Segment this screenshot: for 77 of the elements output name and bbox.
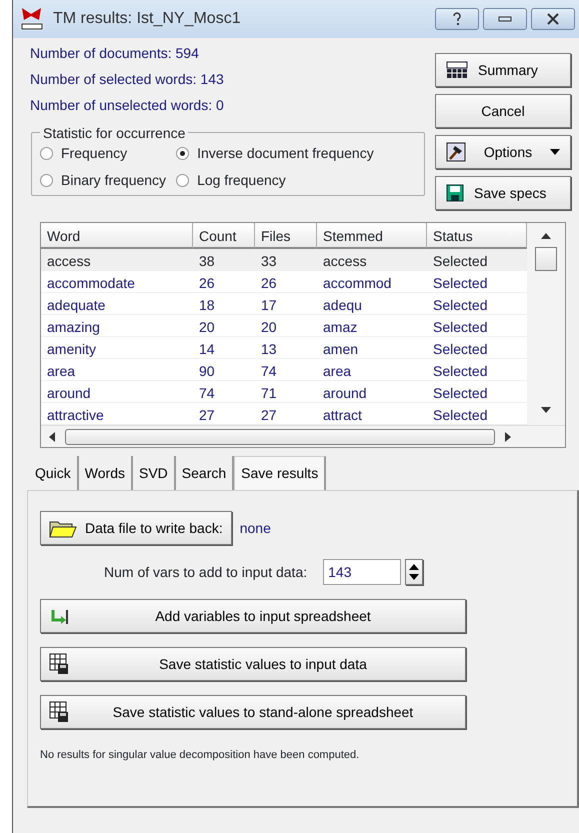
- caret-icon: [550, 149, 560, 155]
- table-cell: area: [41, 359, 193, 381]
- scroll-down-icon: [541, 407, 551, 413]
- spin-arrows-icon: [409, 562, 420, 582]
- radio-option[interactable]: Log frequency: [176, 170, 374, 191]
- radio-option[interactable]: Binary frequency: [40, 170, 166, 191]
- table-cell: amaz: [317, 315, 427, 337]
- app-icon: [19, 6, 45, 32]
- scroll-right-icon: [505, 432, 511, 442]
- info-label: Number of selected words: 143: [30, 70, 225, 89]
- table-cell: amen: [317, 337, 427, 359]
- table-cell: 90: [193, 359, 255, 381]
- table-cell: around: [317, 381, 427, 403]
- table-cell: amazing: [41, 315, 193, 337]
- column-header[interactable]: Status: [427, 223, 527, 249]
- data-file-button[interactable]: Data file to write back:: [40, 511, 232, 545]
- table-cell: area: [317, 359, 427, 381]
- table-cell: 33: [255, 249, 317, 271]
- scroll-left-icon: [49, 432, 55, 442]
- tab[interactable]: Save results: [234, 456, 326, 490]
- spin-button[interactable]: [405, 559, 424, 585]
- table-cell: 38: [193, 249, 255, 271]
- table-cell: 18: [193, 293, 255, 315]
- table-cell: 13: [255, 337, 317, 359]
- hammer-icon: [446, 142, 466, 162]
- grid-icon: [49, 653, 69, 675]
- grid-icon: [49, 701, 69, 723]
- table-cell: 26: [193, 271, 255, 293]
- table-cell: access: [317, 249, 427, 271]
- table-cell: 26: [255, 271, 317, 293]
- scroll-thumb[interactable]: [535, 247, 557, 271]
- horizontal-scrollbar[interactable]: [41, 425, 565, 447]
- action-button[interactable]: Save statistic values to stand-alone spreadsheet: [40, 695, 466, 729]
- radio-option[interactable]: Frequency: [40, 143, 166, 164]
- table-cell: accommodate: [41, 271, 193, 293]
- help-button[interactable]: [435, 8, 479, 30]
- scroll-thumb[interactable]: [65, 428, 495, 444]
- table-cell: 20: [255, 315, 317, 337]
- table-cell: 14: [193, 337, 255, 359]
- table-cell: access: [41, 249, 193, 271]
- field-label: Num of vars to add to input data:: [104, 562, 308, 582]
- side-button[interactable]: Summary: [435, 53, 571, 87]
- close-icon: [546, 13, 560, 25]
- column-header[interactable]: Word: [41, 223, 193, 249]
- table-cell: adequ: [317, 293, 427, 315]
- column-header[interactable]: Files: [255, 223, 317, 249]
- action-button[interactable]: Add variables to input spreadsheet: [40, 599, 466, 633]
- minimize-button[interactable]: [483, 8, 527, 30]
- floppy-icon: [446, 184, 464, 202]
- scroll-up-icon: [541, 233, 551, 239]
- column-header[interactable]: Stemmed: [317, 223, 427, 249]
- summary-icon: [446, 61, 468, 79]
- table-cell: 17: [255, 293, 317, 315]
- close-button[interactable]: [531, 8, 575, 30]
- help-icon: [452, 12, 462, 26]
- info-label: Number of unselected words: 0: [30, 96, 225, 115]
- vertical-scrollbar[interactable]: [527, 223, 565, 425]
- side-button[interactable]: Save specs: [435, 176, 571, 210]
- table-cell: amenity: [41, 337, 193, 359]
- window-title: TM results: Ist_NY_Mosc1: [53, 9, 241, 29]
- minimize-icon: [498, 16, 512, 22]
- table-cell: around: [41, 381, 193, 403]
- side-button[interactable]: Cancel: [435, 94, 571, 128]
- side-button[interactable]: Options: [435, 135, 571, 169]
- column-header[interactable]: Count: [193, 223, 255, 249]
- table-cell: accommod: [317, 271, 427, 293]
- radio-option[interactable]: Inverse document frequency: [176, 143, 374, 164]
- number-field[interactable]: 143: [323, 559, 402, 585]
- action-button[interactable]: Save statistic values to input data: [40, 647, 466, 681]
- status-note: No results for singular value decomposition have been computed.: [40, 748, 360, 763]
- table-cell: 71: [255, 381, 317, 403]
- table-cell: 74: [193, 381, 255, 403]
- table-cell: adequate: [41, 293, 193, 315]
- info-label: Number of documents: 594: [30, 44, 200, 63]
- table-cell: 74: [255, 359, 317, 381]
- table-cell: 20: [193, 315, 255, 337]
- file-name: none: [240, 518, 271, 538]
